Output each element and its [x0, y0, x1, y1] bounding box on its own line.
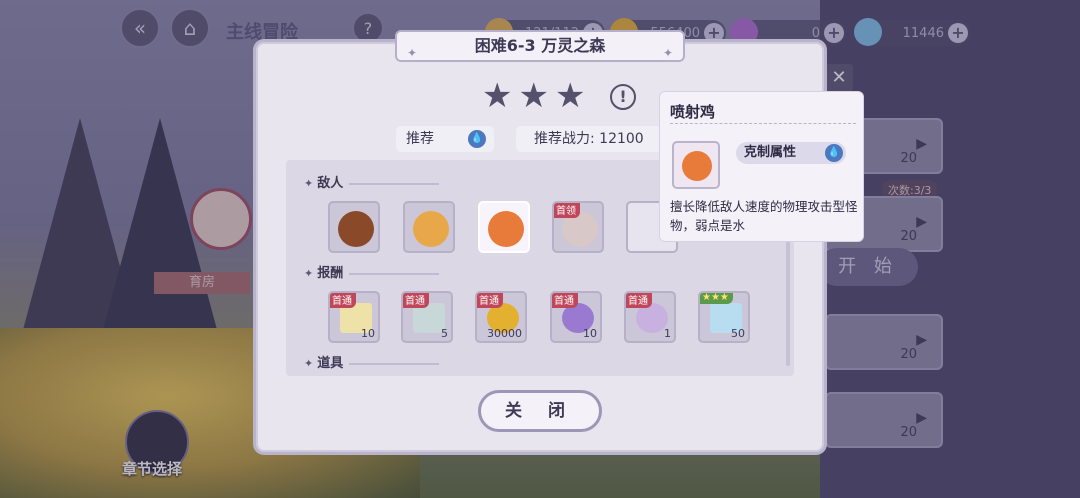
reward-qty: 5: [441, 327, 448, 340]
diamond-ornament-icon: ✦: [407, 46, 418, 60]
enemy-tooltip: 喷射鸡 克制属性 💧 擅长降低敌人速度的物理攻击型怪物，弱点是水: [659, 91, 864, 242]
reward-slot[interactable]: 首通 1: [624, 291, 676, 343]
jet-chicken-icon: [672, 141, 720, 189]
tooltip-name: 喷射鸡: [670, 103, 716, 121]
divider: [349, 362, 440, 365]
enemy-icon: [338, 211, 374, 247]
reward-slot[interactable]: 首通 10: [550, 291, 602, 343]
first-clear-badge: 首通: [403, 293, 429, 308]
recommend-box: 推荐 💧: [396, 126, 494, 152]
reward-slot[interactable]: 首通 10: [328, 291, 380, 343]
first-clear-badge: 首通: [477, 293, 503, 308]
boss-badge: 首领: [554, 203, 580, 218]
recommend-label: 推荐: [406, 131, 434, 147]
section-rewards: ✦ 报酬: [304, 262, 440, 281]
reward-slot[interactable]: 首通 5: [401, 291, 453, 343]
enemy-icon: [413, 211, 449, 247]
enemy-slot-boss[interactable]: 首领: [552, 201, 604, 253]
water-drop-icon: 💧: [468, 130, 486, 148]
modal-title-text: 困难6-3 万灵之森: [474, 36, 606, 55]
section-enemies: ✦ 敌人: [304, 172, 440, 191]
water-drop-icon: 💧: [825, 144, 843, 162]
first-clear-badge: 首通: [552, 293, 578, 308]
section-items: ✦ 道具: [304, 352, 440, 371]
star-icon: ★: [518, 76, 549, 116]
enemy-slot[interactable]: [328, 201, 380, 253]
diamond-bullet-icon: ✦: [304, 177, 314, 190]
modal-title: ✦ 困难6-3 万灵之森 ✦: [395, 30, 685, 62]
three-star-badge: ★★★: [700, 293, 733, 304]
divider: [670, 123, 856, 124]
divider: [349, 272, 440, 275]
star-icon: ★: [554, 76, 586, 116]
close-button[interactable]: 关 闭: [478, 390, 602, 432]
diamond-bullet-icon: ✦: [304, 357, 314, 370]
reward-qty: 1: [664, 327, 671, 340]
attr-label: 克制属性: [744, 145, 797, 160]
reward-qty: 50: [731, 327, 745, 340]
enemy-slot[interactable]: [403, 201, 455, 253]
reward-qty: 30000: [487, 327, 522, 340]
diamond-ornament-icon: ✦: [662, 46, 673, 60]
section-label: 报酬: [317, 266, 344, 281]
info-icon[interactable]: !: [610, 84, 636, 110]
recommended-power: 推荐战力: 12100: [516, 126, 666, 152]
star-icon: ★: [482, 76, 513, 116]
star-rating: ★ ★ ★: [482, 78, 585, 114]
reward-qty: 10: [361, 327, 375, 340]
section-label: 敌人: [317, 176, 344, 191]
first-clear-badge: 首通: [626, 293, 652, 308]
section-label: 道具: [317, 356, 344, 371]
divider: [349, 182, 440, 185]
enemy-slot-selected[interactable]: [478, 201, 530, 253]
reward-qty: 10: [583, 327, 597, 340]
weakness-attribute: 克制属性 💧: [736, 142, 846, 164]
jet-chicken-icon: [488, 211, 524, 247]
reward-slot[interactable]: 首通 30000: [475, 291, 527, 343]
tooltip-description: 擅长降低敌人速度的物理攻击型怪物，弱点是水: [670, 199, 858, 233]
diamond-bullet-icon: ✦: [304, 267, 314, 280]
first-clear-badge: 首通: [330, 293, 356, 308]
reward-slot[interactable]: ★★★ 50: [698, 291, 750, 343]
